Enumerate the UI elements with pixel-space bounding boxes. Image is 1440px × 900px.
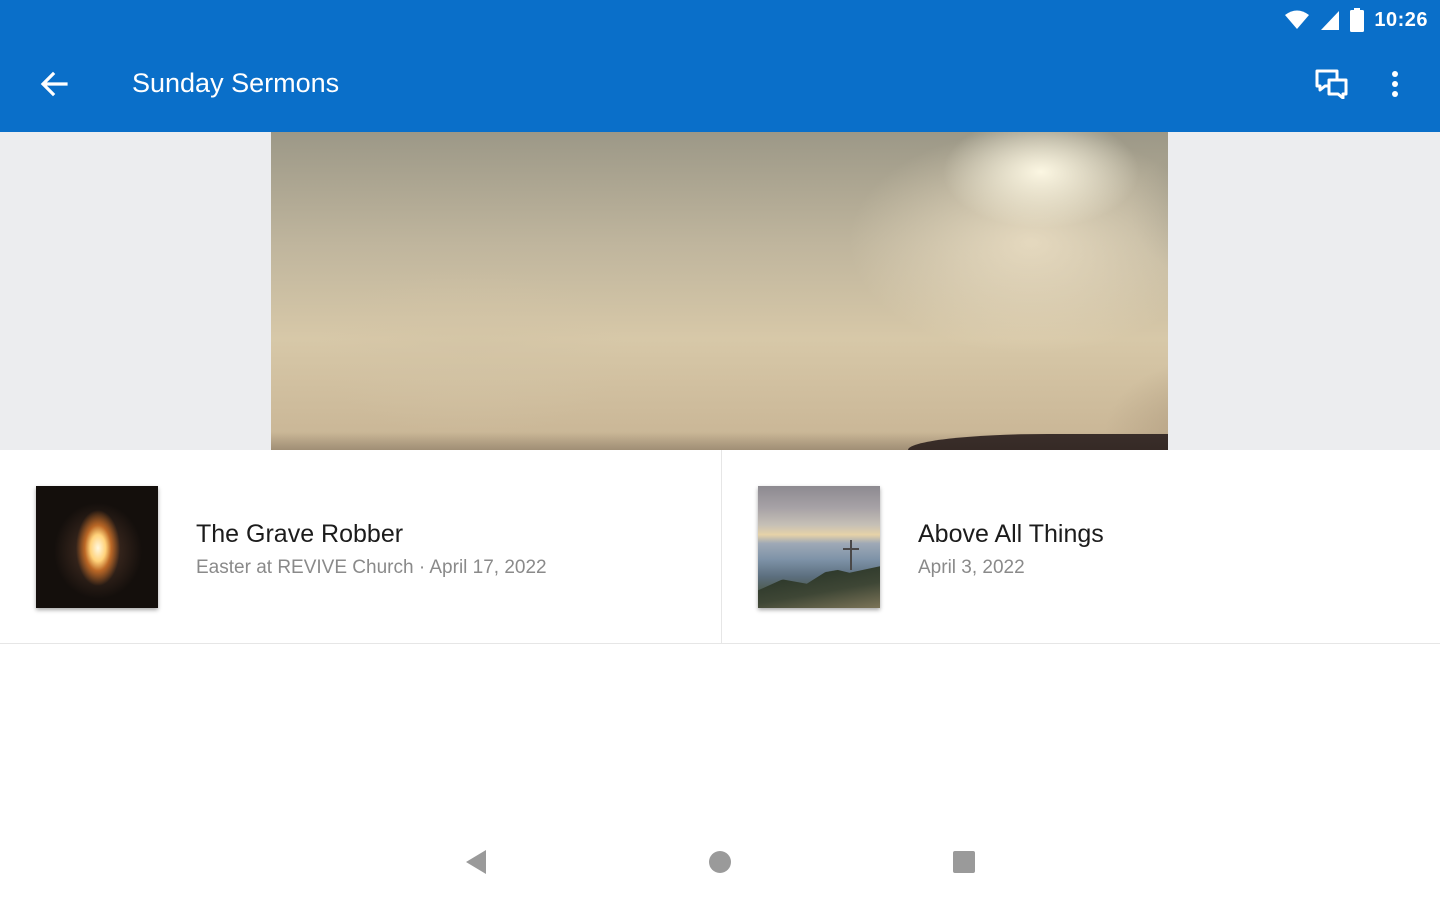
nav-recents-icon bbox=[952, 850, 976, 879]
arrow-left-icon bbox=[40, 71, 68, 102]
nav-home-button[interactable] bbox=[696, 840, 744, 888]
sermon-list: The Grave Robber Easter at REVIVE Church… bbox=[0, 450, 1440, 644]
sermon-subtitle: April 3, 2022 bbox=[918, 557, 1025, 578]
more-options-button[interactable] bbox=[1372, 64, 1418, 108]
chat-icon bbox=[1315, 69, 1349, 104]
sermon-title: The Grave Robber bbox=[196, 520, 404, 548]
battery-icon bbox=[1350, 8, 1365, 32]
nav-back-button[interactable] bbox=[452, 840, 500, 888]
hero-image-sky[interactable] bbox=[271, 132, 1168, 450]
hero-mountain-ridge bbox=[908, 434, 1168, 450]
sermon-text: Above All Things April 3, 2022 bbox=[918, 518, 1104, 580]
system-navigation-bar bbox=[0, 828, 1440, 900]
hero-banner-area bbox=[0, 132, 1440, 450]
status-time: 10:26 bbox=[1374, 8, 1428, 31]
sermon-title: Above All Things bbox=[918, 520, 1104, 548]
app-bar: Sunday Sermons bbox=[0, 42, 1440, 132]
sermon-thumbnail bbox=[36, 486, 158, 608]
sermon-thumbnail bbox=[758, 486, 880, 608]
cell-signal-icon bbox=[1320, 9, 1340, 31]
back-button[interactable] bbox=[30, 66, 78, 106]
nav-back-icon bbox=[464, 849, 488, 880]
cross-icon bbox=[850, 540, 852, 570]
list-item[interactable]: The Grave Robber Easter at REVIVE Church… bbox=[0, 450, 720, 644]
more-vert-icon bbox=[1391, 70, 1399, 103]
page-title: Sunday Sermons bbox=[132, 68, 340, 98]
nav-home-icon bbox=[708, 850, 732, 879]
nav-recents-button[interactable] bbox=[940, 840, 988, 888]
sermon-subtitle: Easter at REVIVE Church · April 17, 2022 bbox=[196, 557, 547, 578]
status-bar: 10:26 bbox=[1284, 6, 1428, 34]
top-app-bar-container: 10:26 Sunday Sermons bbox=[0, 0, 1440, 132]
chat-button[interactable] bbox=[1308, 64, 1356, 108]
wifi-icon bbox=[1284, 9, 1310, 31]
sermon-text: The Grave Robber Easter at REVIVE Church… bbox=[196, 518, 547, 580]
list-item[interactable]: Above All Things April 3, 2022 bbox=[722, 450, 1440, 644]
